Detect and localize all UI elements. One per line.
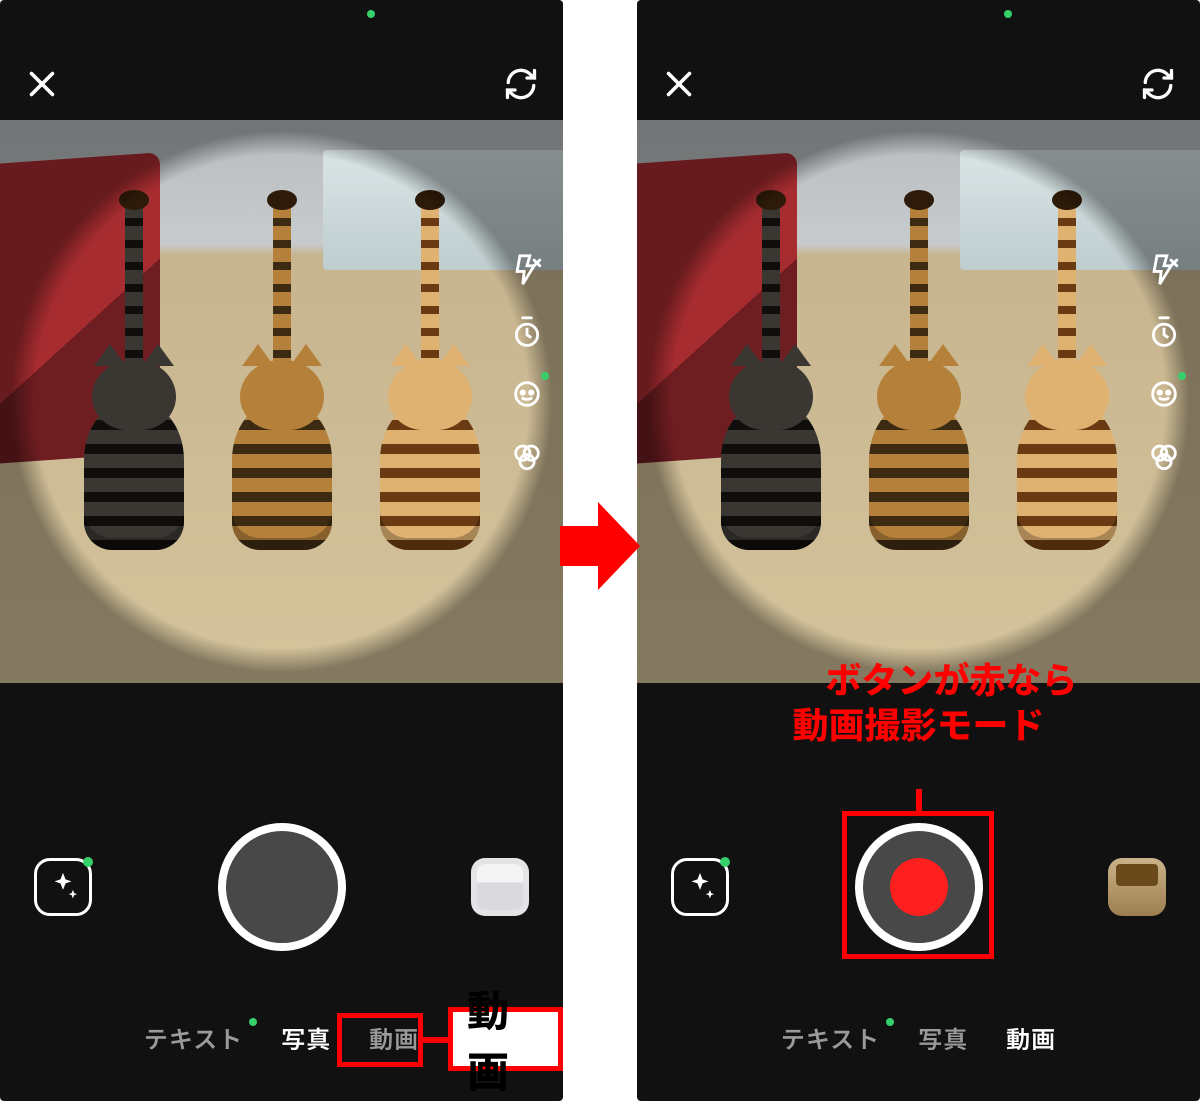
face-effect-icon[interactable] <box>1144 374 1184 414</box>
color-filter-icon[interactable] <box>507 436 547 476</box>
camera-footer: テキスト 写真 動画 ボタンが赤なら動画撮影モード <box>637 741 1200 1101</box>
camera-flip-icon[interactable] <box>503 66 539 107</box>
gallery-thumbnail[interactable] <box>471 858 529 916</box>
close-icon[interactable] <box>24 66 60 107</box>
viewfinder-vignette <box>0 120 563 683</box>
viewfinder-vignette <box>637 120 1200 683</box>
timer-icon[interactable] <box>1144 312 1184 352</box>
camera-viewfinder[interactable] <box>637 120 1200 683</box>
annotation-connector-line <box>423 1037 448 1043</box>
camera-tools-right <box>507 250 547 476</box>
annotation-highlight-video-mode <box>337 1013 423 1067</box>
status-indicator-dot <box>1004 10 1012 18</box>
flash-off-icon[interactable] <box>1144 250 1184 290</box>
camera-screen-photo-mode: テキスト 写真 動画 動画 <box>0 0 563 1101</box>
camera-viewfinder[interactable] <box>0 120 563 683</box>
camera-screen-video-mode: テキスト 写真 動画 ボタンが赤なら動画撮影モード <box>637 0 1200 1101</box>
mode-text[interactable]: テキスト <box>144 1020 243 1055</box>
mode-photo[interactable]: 写真 <box>281 1020 331 1055</box>
flash-off-icon[interactable] <box>507 250 547 290</box>
annotation-connector-line <box>916 789 922 813</box>
close-icon[interactable] <box>661 66 697 107</box>
status-indicator-dot <box>367 10 375 18</box>
effects-button[interactable] <box>671 858 729 916</box>
top-toolbar <box>0 56 563 116</box>
mode-video[interactable]: 動画 <box>1006 1020 1056 1055</box>
transition-arrow-icon <box>560 498 640 594</box>
gallery-thumbnail[interactable] <box>1108 858 1166 916</box>
color-filter-icon[interactable] <box>1144 436 1184 476</box>
annotation-text: ボタンが赤なら動画撮影モード <box>637 611 1200 791</box>
mode-selector[interactable]: テキスト 写真 動画 <box>637 1020 1200 1055</box>
annotation-callout-video: 動画 <box>448 1007 563 1071</box>
annotation-highlight-record-button <box>842 811 994 959</box>
camera-flip-icon[interactable] <box>1140 66 1176 107</box>
camera-tools-right <box>1144 250 1184 476</box>
camera-footer: テキスト 写真 動画 動画 <box>0 741 563 1101</box>
face-effect-icon[interactable] <box>507 374 547 414</box>
effects-button[interactable] <box>34 858 92 916</box>
top-toolbar <box>637 56 1200 116</box>
mode-text[interactable]: テキスト <box>781 1020 880 1055</box>
mode-photo[interactable]: 写真 <box>918 1020 968 1055</box>
shutter-button[interactable] <box>218 823 346 951</box>
timer-icon[interactable] <box>507 312 547 352</box>
